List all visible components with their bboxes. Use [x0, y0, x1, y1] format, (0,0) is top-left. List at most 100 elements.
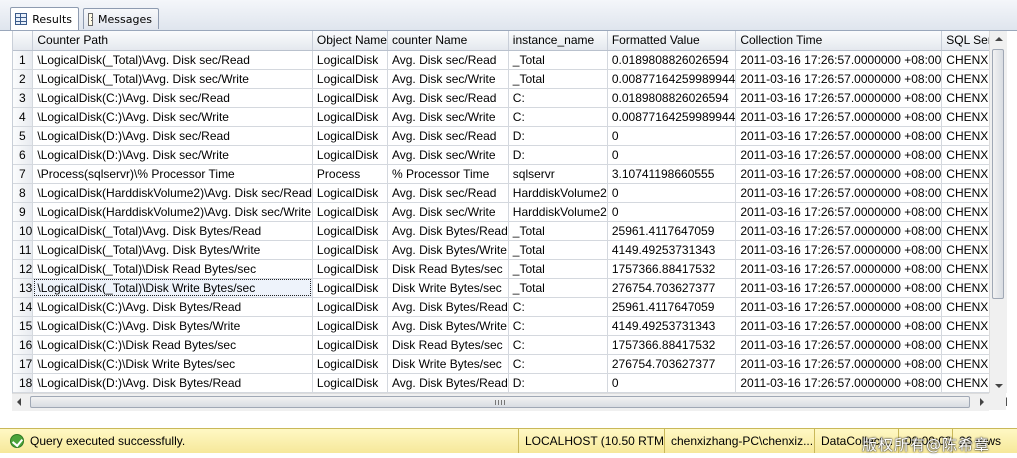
column-header[interactable]: instance_name: [508, 31, 608, 51]
grid-cell[interactable]: LogicalDisk: [312, 88, 388, 108]
grid-cell[interactable]: \LogicalDisk(C:)\Disk Write Bytes/sec: [32, 354, 313, 374]
grid-cell[interactable]: LogicalDisk: [312, 297, 388, 317]
column-header[interactable]: Collection Time: [735, 31, 943, 51]
row-number[interactable]: 4: [13, 107, 34, 127]
column-header[interactable]: counter Name: [387, 31, 509, 51]
table-row[interactable]: 8 \LogicalDisk(HarddiskVolume2)\Avg. Disk…: [13, 183, 1007, 203]
grid-cell[interactable]: \LogicalDisk(_Total)\Disk Write Bytes/se…: [32, 278, 313, 298]
grid-cell[interactable]: 0: [607, 183, 737, 203]
grid-cell[interactable]: \LogicalDisk(C:)\Avg. Disk sec/Read: [32, 88, 313, 108]
grid-cell[interactable]: 2011-03-16 17:26:57.0000000 +08:00: [735, 107, 943, 127]
grid-cell[interactable]: Avg. Disk sec/Read: [387, 88, 509, 108]
grid-cell[interactable]: LogicalDisk: [312, 221, 388, 241]
grid-cell[interactable]: HarddiskVolume2: [508, 202, 608, 222]
grid-cell[interactable]: Disk Read Bytes/sec: [387, 259, 509, 279]
grid-cell[interactable]: 0: [607, 373, 737, 393]
row-number[interactable]: 12: [13, 259, 34, 279]
grid-cell[interactable]: \LogicalDisk(D:)\Avg. Disk sec/Read: [32, 126, 313, 146]
table-row[interactable]: 2 \LogicalDisk(_Total)\Avg. Disk sec/Writ…: [13, 69, 1007, 89]
row-number[interactable]: 5: [13, 126, 34, 146]
grid-cell[interactable]: \LogicalDisk(C:)\Avg. Disk sec/Write: [32, 107, 313, 127]
vertical-scrollbar[interactable]: [989, 31, 1007, 393]
grid-cell[interactable]: _Total: [508, 278, 608, 298]
column-header[interactable]: Formatted Value: [607, 31, 737, 51]
grid-cell[interactable]: 2011-03-16 17:26:57.0000000 +08:00: [735, 278, 943, 298]
grid-cell[interactable]: Disk Write Bytes/sec: [387, 278, 509, 298]
grid-cell[interactable]: LogicalDisk: [312, 278, 388, 298]
grid-cell[interactable]: \LogicalDisk(_Total)\Avg. Disk sec/Read: [32, 50, 313, 70]
grid-cell[interactable]: _Total: [508, 221, 608, 241]
tab-messages[interactable]: Messages: [83, 8, 159, 29]
scroll-left-icon[interactable]: [17, 398, 21, 406]
grid-cell[interactable]: Avg. Disk sec/Read: [387, 183, 509, 203]
grid-cell[interactable]: 276754.703627377: [607, 354, 737, 374]
row-number[interactable]: 15: [13, 316, 34, 336]
grid-cell[interactable]: \Process(sqlservr)\% Processor Time: [32, 164, 313, 184]
grid-cell[interactable]: HarddiskVolume2: [508, 183, 608, 203]
grid-cell[interactable]: 4149.49253731343: [607, 316, 737, 336]
grid-cell[interactable]: 2011-03-16 17:26:57.0000000 +08:00: [735, 335, 943, 355]
grid-cell[interactable]: 2011-03-16 17:26:57.0000000 +08:00: [735, 69, 943, 89]
grid-cell[interactable]: _Total: [508, 50, 608, 70]
column-header[interactable]: Counter Path: [32, 31, 313, 51]
vertical-scroll-thumb[interactable]: [992, 49, 1004, 299]
grid-cell[interactable]: 0: [607, 126, 737, 146]
grid-cell[interactable]: 276754.703627377: [607, 278, 737, 298]
table-row[interactable]: 6 \LogicalDisk(D:)\Avg. Disk sec/Write Log…: [13, 145, 1007, 165]
grid-cell[interactable]: 2011-03-16 17:26:57.0000000 +08:00: [735, 50, 943, 70]
grid-cell[interactable]: \LogicalDisk(C:)\Avg. Disk Bytes/Write: [32, 316, 313, 336]
grid-cell[interactable]: 2011-03-16 17:26:57.0000000 +08:00: [735, 354, 943, 374]
grid-cell[interactable]: Avg. Disk Bytes/Read: [387, 221, 509, 241]
grid-cell[interactable]: LogicalDisk: [312, 335, 388, 355]
grid-cell[interactable]: Avg. Disk sec/Read: [387, 50, 509, 70]
grid-cell[interactable]: 2011-03-16 17:26:57.0000000 +08:00: [735, 88, 943, 108]
grid-cell[interactable]: D:: [508, 373, 608, 393]
grid-cell[interactable]: _Total: [508, 240, 608, 260]
grid-cell[interactable]: LogicalDisk: [312, 240, 388, 260]
grid-cell[interactable]: 3.10741198660555: [607, 164, 737, 184]
grid-cell[interactable]: 2011-03-16 17:26:57.0000000 +08:00: [735, 126, 943, 146]
table-row[interactable]: 15 \LogicalDisk(C:)\Avg. Disk Bytes/Write…: [13, 316, 1007, 336]
grid-cell[interactable]: % Processor Time: [387, 164, 509, 184]
grid-cell[interactable]: C:: [508, 316, 608, 336]
table-row[interactable]: 5 \LogicalDisk(D:)\Avg. Disk sec/Read Logi…: [13, 126, 1007, 146]
row-number[interactable]: 7: [13, 164, 34, 184]
table-row[interactable]: 17 \LogicalDisk(C:)\Disk Write Bytes/sec L…: [13, 354, 1007, 374]
scroll-right-icon[interactable]: [980, 398, 984, 406]
table-row[interactable]: 3 \LogicalDisk(C:)\Avg. Disk sec/Read Logi…: [13, 88, 1007, 108]
grid-cell[interactable]: C:: [508, 335, 608, 355]
grid-cell[interactable]: \LogicalDisk(_Total)\Avg. Disk sec/Write: [32, 69, 313, 89]
grid-cell[interactable]: Avg. Disk Bytes/Read: [387, 297, 509, 317]
grid-cell[interactable]: \LogicalDisk(C:)\Disk Read Bytes/sec: [32, 335, 313, 355]
grid-cell[interactable]: \LogicalDisk(_Total)\Disk Read Bytes/sec: [32, 259, 313, 279]
results-grid[interactable]: Counter Path Object Name counter Name insta…: [12, 31, 1007, 410]
grid-cell[interactable]: LogicalDisk: [312, 126, 388, 146]
table-row[interactable]: 14 \LogicalDisk(C:)\Avg. Disk Bytes/Read L…: [13, 297, 1007, 317]
grid-cell[interactable]: 0.00877164259989944: [607, 69, 737, 89]
row-number[interactable]: 9: [13, 202, 34, 222]
row-number[interactable]: 13: [13, 278, 34, 298]
grid-cell[interactable]: Avg. Disk Bytes/Read: [387, 373, 509, 393]
table-row[interactable]: 7 \Process(sqlservr)\% Processor Time Proc…: [13, 164, 1007, 184]
grid-cell[interactable]: \LogicalDisk(_Total)\Avg. Disk Bytes/Wri…: [32, 240, 313, 260]
grid-cell[interactable]: 2011-03-16 17:26:57.0000000 +08:00: [735, 202, 943, 222]
grid-cell[interactable]: 2011-03-16 17:26:57.0000000 +08:00: [735, 297, 943, 317]
row-number[interactable]: 2: [13, 69, 34, 89]
grid-cell[interactable]: 2011-03-16 17:26:57.0000000 +08:00: [735, 145, 943, 165]
grid-cell[interactable]: \LogicalDisk(HarddiskVolume2)\Avg. Disk …: [32, 183, 313, 203]
grid-cell[interactable]: 1757366.88417532: [607, 335, 737, 355]
grid-cell[interactable]: LogicalDisk: [312, 69, 388, 89]
grid-cell[interactable]: \LogicalDisk(D:)\Avg. Disk sec/Write: [32, 145, 313, 165]
grid-cell[interactable]: Disk Write Bytes/sec: [387, 354, 509, 374]
grid-cell[interactable]: 4149.49253731343: [607, 240, 737, 260]
grid-cell[interactable]: C:: [508, 88, 608, 108]
grid-cell[interactable]: Avg. Disk sec/Read: [387, 126, 509, 146]
grid-cell[interactable]: 0.0189808826026594: [607, 88, 737, 108]
grid-cell[interactable]: 0: [607, 202, 737, 222]
grid-cell[interactable]: \LogicalDisk(C:)\Avg. Disk Bytes/Read: [32, 297, 313, 317]
grid-cell[interactable]: \LogicalDisk(D:)\Avg. Disk Bytes/Read: [32, 373, 313, 393]
grid-cell[interactable]: 2011-03-16 17:26:57.0000000 +08:00: [735, 240, 943, 260]
table-row[interactable]: 13 \LogicalDisk(_Total)\Disk Write Bytes/…: [13, 278, 1007, 298]
grid-cell[interactable]: LogicalDisk: [312, 316, 388, 336]
grid-cell[interactable]: Process: [312, 164, 388, 184]
